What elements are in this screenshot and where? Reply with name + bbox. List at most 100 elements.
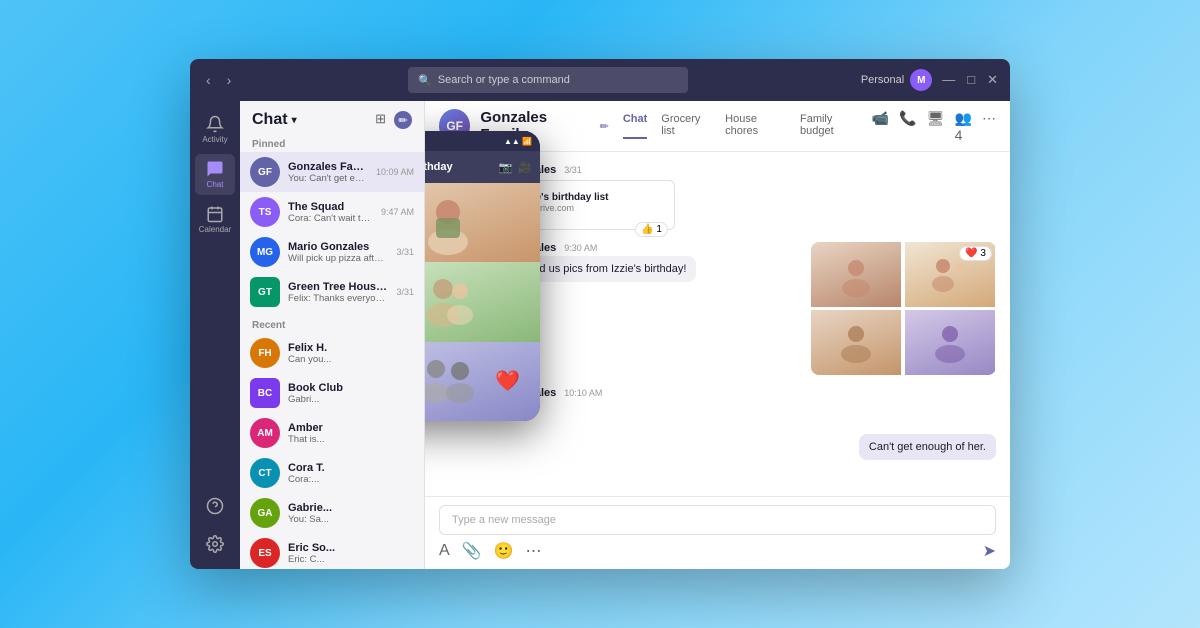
gabriel-avatar: GA (250, 498, 280, 528)
chat-tabs: Chat Grocery list House chores Family bu… (623, 113, 862, 139)
phone-video-icon[interactable]: 🎥 (518, 161, 532, 174)
chat-header-actions: 📹 📞 🖥 👥4 ⋯ (872, 110, 996, 143)
minimize-button[interactable]: — (942, 72, 955, 88)
video-row-1: Felix H. (425, 183, 540, 262)
chat-item-felix[interactable]: FH Felix H. Can you... (240, 333, 424, 373)
chat-item-cora[interactable]: CT Cora T. Cora:... (240, 453, 424, 493)
mario-avatar: MG (250, 237, 280, 267)
title-bar-left: ‹ › (202, 70, 235, 90)
send-button[interactable]: ➤ (983, 541, 996, 561)
msg-bubble-4: Can't get enough of her. (859, 434, 996, 460)
participants-icon[interactable]: 👥4 (955, 110, 972, 143)
phone-camera-icon[interactable]: 📷 (499, 161, 513, 174)
video-call-icon[interactable]: 📹 (872, 110, 889, 143)
chat-item-eric[interactable]: ES Eric So... Eric: C... (240, 533, 424, 569)
chat-panel-title: Chat ▾ (252, 111, 297, 129)
eric-info: Eric So... Eric: C... (288, 542, 414, 565)
sidebar-icons: Activity Chat Calendar (190, 101, 240, 569)
title-bar: ‹ › 🔍 Search or type a command Personal … (190, 59, 1010, 101)
pta-info: Green Tree House PTA Felix: Thanks every… (288, 281, 388, 304)
chat-header-icons: ⊞ ✏ (375, 111, 412, 129)
phone-status-bar: 10:10 ▲▲ 📶 (425, 131, 540, 151)
cora-info: Cora T. Cora:... (288, 462, 414, 485)
felix-info: Felix H. Can you... (288, 342, 414, 365)
tab-chores[interactable]: House chores (725, 113, 786, 139)
tab-budget[interactable]: Family budget (800, 113, 862, 139)
phone-chat-icons: 📷 🎥 (499, 161, 532, 174)
edit-chat-icon[interactable]: ✏ (600, 120, 609, 133)
phone-video-grid: Felix H. Ashley G. (425, 183, 540, 421)
phone-chat-header: ‹ Izzie's Birthday 📷 🎥 (425, 151, 540, 183)
sidebar-label-calendar: Calendar (199, 225, 231, 234)
heart-reaction: ❤️ (495, 369, 520, 394)
chat-item-gabriel[interactable]: GA Gabrie... You: Sa... (240, 493, 424, 533)
profile-area: Personal M (861, 69, 932, 91)
msg-content-4: Can't get enough of her. (859, 434, 996, 460)
title-bar-right: Personal M — □ ✕ (861, 69, 998, 91)
book-club-avatar: BC (250, 378, 280, 408)
sidebar-item-help[interactable] (195, 491, 235, 521)
gabriel-info: Gabrie... You: Sa... (288, 502, 414, 525)
message-input[interactable]: Type a new message (439, 505, 996, 535)
forward-button[interactable]: › (223, 70, 236, 90)
format-icon[interactable]: A (439, 542, 450, 560)
photos-grid: ❤️ 3 (811, 242, 996, 375)
phone-status-icons: ▲▲ 📶 (504, 137, 532, 146)
maximize-button[interactable]: □ (967, 72, 975, 88)
chat-item-squad[interactable]: TS The Squad Cora: Can't wait to see eve… (240, 192, 424, 232)
search-bar[interactable]: 🔍 Search or type a command (408, 67, 688, 93)
more-tools-icon[interactable]: ⋯ (526, 541, 542, 561)
person-3 (425, 342, 540, 421)
sidebar-item-settings[interactable] (195, 529, 235, 559)
window-controls: — □ ✕ (942, 72, 998, 88)
amber-avatar: AM (250, 418, 280, 448)
chat-item-pta[interactable]: GT Green Tree House PTA Felix: Thanks ev… (240, 272, 424, 312)
search-icon: 🔍 (418, 74, 432, 87)
video-row-2: Ashley G. (425, 262, 540, 341)
back-button[interactable]: ‹ (202, 70, 215, 90)
chat-input-area: Type a new message A 📎 🙂 ⋯ ➤ (425, 496, 1010, 569)
photo-3[interactable] (811, 310, 901, 375)
photo-gallery: ❤️ 3 (811, 242, 996, 375)
book-club-info: Book Club Gabri... (288, 382, 414, 405)
phone-overlay: 10:10 ▲▲ 📶 ‹ Izzie's Birthday 📷 🎥 (425, 131, 540, 421)
attach-icon[interactable]: 📎 (462, 541, 482, 561)
user-avatar[interactable]: M (910, 69, 932, 91)
person-2 (425, 262, 540, 341)
message-group-4: Can't get enough of her. (439, 434, 996, 460)
main-layout: Activity Chat Calendar (190, 101, 1010, 569)
sidebar-label-activity: Activity (202, 135, 227, 144)
video-row-3: ❤️ (425, 342, 540, 421)
sidebar-item-activity[interactable]: Activity (195, 109, 235, 150)
screen-share-icon[interactable]: 🖥 (927, 110, 945, 143)
tab-chat[interactable]: Chat (623, 113, 647, 139)
photo-1[interactable] (811, 242, 901, 307)
sidebar-item-chat[interactable]: Chat (195, 154, 235, 195)
chat-main: GF Gonzales Family ✏ Chat Grocery list H… (425, 101, 1010, 569)
chat-item-book-club[interactable]: BC Book Club Gabri... (240, 373, 424, 413)
chat-item-amber[interactable]: AM Amber That is... (240, 413, 424, 453)
audio-call-icon[interactable]: 📞 (899, 110, 916, 143)
reaction-badge-1[interactable]: 👍 1 (635, 222, 668, 237)
input-toolbar: A 📎 🙂 ⋯ ➤ (439, 541, 996, 561)
mario-info: Mario Gonzales Will pick up pizza after … (288, 241, 388, 264)
close-button[interactable]: ✕ (987, 72, 998, 88)
chat-item-mario[interactable]: MG Mario Gonzales Will pick up pizza aft… (240, 232, 424, 272)
filter-icon[interactable]: ⊞ (375, 111, 386, 129)
photo-reaction[interactable]: ❤️ 3 (959, 246, 992, 261)
cora-avatar: CT (250, 458, 280, 488)
new-chat-icon[interactable]: ✏ (394, 111, 412, 129)
chat-dropdown-icon[interactable]: ▾ (292, 115, 297, 126)
sidebar-label-chat: Chat (207, 180, 224, 189)
more-options-icon[interactable]: ⋯ (982, 110, 996, 143)
chat-item-gonzales-family[interactable]: GF Gonzales Family You: Can't get enough… (240, 152, 424, 192)
pta-avatar: GT (250, 277, 280, 307)
app-window: ‹ › 🔍 Search or type a command Personal … (190, 59, 1010, 569)
photo-4[interactable] (905, 310, 995, 375)
sidebar-item-calendar[interactable]: Calendar (195, 199, 235, 240)
emoji-icon[interactable]: 🙂 (494, 541, 514, 561)
felix-avatar: FH (250, 338, 280, 368)
squad-info: The Squad Cora: Can't wait to see everyo… (288, 201, 373, 224)
sidebar-bottom (195, 491, 235, 569)
tab-grocery[interactable]: Grocery list (661, 113, 711, 139)
